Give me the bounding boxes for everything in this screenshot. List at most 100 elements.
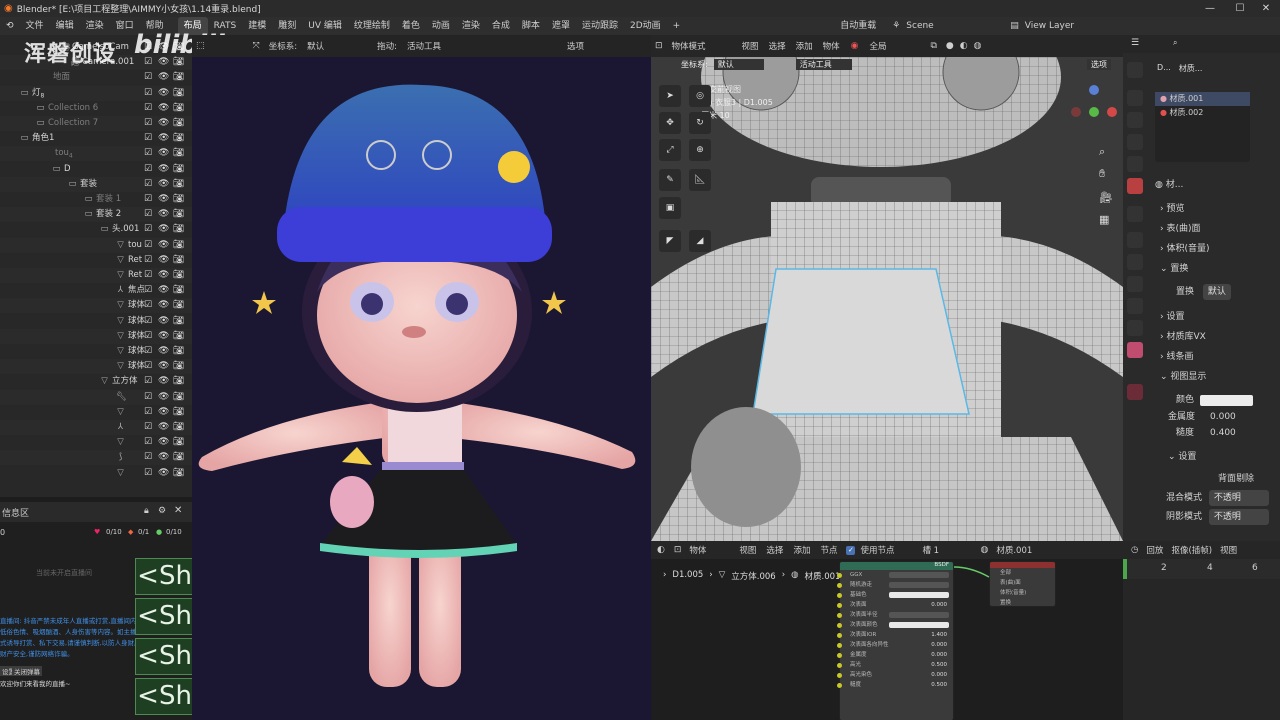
timeline-editor-icon[interactable]: ◷ [1131,545,1138,555]
eye-icon[interactable]: 👁︎ [158,207,169,222]
eye-icon[interactable]: 👁︎ [158,390,169,405]
render-camera-icon[interactable]: 📷︎ [173,314,184,329]
exclude-checkbox[interactable]: ☑ [144,101,152,116]
eye-icon[interactable]: 👁︎ [158,435,169,450]
drag-dropdown[interactable]: 活动工具 [402,40,562,52]
node-menu-add[interactable]: 添加 [788,544,815,556]
outliner-row[interactable]: ▽ 球体 ☑ 👁︎ 📷︎ [0,359,192,375]
properties-editor-icon[interactable]: ☰ [1131,38,1139,48]
eye-icon[interactable]: 👁︎ [158,420,169,435]
render-camera-icon[interactable]: 📷︎ [173,192,184,207]
lock-icon[interactable]: 🔒︎ [144,506,149,516]
blender-menu-icon[interactable]: ⟲ [0,21,20,31]
exclude-checkbox[interactable]: ☑ [144,207,152,222]
node-editor-canvas[interactable]: › D1.005 › ▽ 立方体.006 › ◍ 材质.001 BSDF GGX… [651,559,1123,720]
view-layer-props-tab[interactable] [1127,134,1143,150]
scene-selector[interactable]: Scene [900,17,1010,35]
workspace-tab-uv[interactable]: UV 编辑 [302,17,348,35]
node-menu-select[interactable]: 选择 [761,544,788,556]
outliner-row[interactable]: ▽ ☑ 👁︎ 📷︎ [0,466,192,481]
shadow-mode-dropdown[interactable]: 不透明 [1208,509,1269,525]
outliner-row[interactable]: ▭ Collection 6 ☑ 👁︎ 📷︎ [0,101,192,116]
workspace-tab-animation[interactable]: 动画 [426,17,456,35]
timeline-menu-playback[interactable]: 回放 [1146,544,1163,556]
eye-icon[interactable]: 👁︎ [158,101,169,116]
outliner-row[interactable]: ▽ tou ☑ 👁︎ 📷︎ [0,237,192,253]
outliner-row[interactable]: ▽ 立方体 ☑ 👁︎ 📷︎ [0,374,192,389]
eye-icon[interactable]: 👁︎ [158,344,169,359]
mode-dropdown[interactable]: 物体模式 [667,40,737,52]
render-camera-icon[interactable]: 📷︎ [173,420,184,435]
exclude-checkbox[interactable]: ☑ [144,86,152,101]
render-props-tab[interactable] [1127,90,1143,106]
node-menu-node[interactable]: 节点 [815,544,842,556]
shading-solid-icon[interactable]: ● [943,41,957,51]
annotate-tool-icon[interactable]: ✎ [659,169,681,191]
render-camera-icon[interactable]: 📷︎ [173,435,184,450]
exclude-checkbox[interactable]: ☑ [144,420,152,435]
outliner-row[interactable]: ⅄ ☑ 👁︎ 📷︎ [0,420,192,435]
rotate-tool-icon[interactable]: ↻ [689,112,711,134]
outliner-row[interactable]: ▽ Ret ☑ 👁︎ 📷︎ [0,268,192,283]
extrude-tool-icon[interactable]: ◢ [689,230,711,252]
outliner-row[interactable]: ⅄ 焦点 ☑ 👁︎ 📷︎ [0,283,192,298]
workspace-tab-shading[interactable]: 着色 [396,17,426,35]
eye-icon[interactable]: 👁︎ [158,298,169,313]
eye-icon[interactable]: 👁︎ [158,86,169,101]
coord-dropdown[interactable]: 默认 [302,40,372,52]
exclude-checkbox[interactable]: ☑ [144,374,152,389]
right-options-button[interactable]: 选项 [1087,59,1111,70]
eye-icon[interactable]: 👁︎ [158,450,169,465]
exclude-checkbox[interactable]: ☑ [144,466,152,481]
workspace-tab-modeling[interactable]: 建模 [242,17,272,35]
material-slot-1[interactable]: ● 材质.001 [1155,92,1250,106]
render-camera-icon[interactable]: 📷︎ [173,222,184,237]
eye-icon[interactable]: 👁︎ [158,222,169,237]
camera-view-icon[interactable]: 🎥︎ [1099,191,1113,204]
use-nodes-checkbox[interactable]: ✓ [846,545,856,555]
move-tool-icon[interactable]: ✥ [659,112,681,134]
workspace-tab-motion-tracking[interactable]: 运动跟踪 [576,17,624,35]
snap-icon[interactable]: ⧉ [924,41,942,51]
eye-icon[interactable]: 👁︎ [158,131,169,146]
section-preview[interactable]: › 预览 [1160,201,1280,217]
render-camera-icon[interactable]: 📷︎ [173,405,184,420]
timeline-menu-view[interactable]: 视图 [1220,544,1237,556]
render-camera-icon[interactable]: 📷︎ [173,450,184,465]
exclude-checkbox[interactable]: ☑ [144,298,152,313]
material-props-tab[interactable] [1127,342,1143,358]
eye-icon[interactable]: 👁︎ [158,70,169,85]
node-menu-view[interactable]: 视图 [734,544,761,556]
exclude-checkbox[interactable]: ☑ [144,344,152,359]
eye-icon[interactable]: 👁︎ [158,329,169,344]
render-camera-icon[interactable]: 📷︎ [173,101,184,116]
render-camera-icon[interactable]: 📷︎ [173,131,184,146]
menu-render[interactable]: 渲染 [80,17,110,35]
shading-render-icon[interactable]: ◍ [971,41,985,51]
exclude-checkbox[interactable]: ☑ [144,329,152,344]
shear-tool-icon[interactable]: ◤ [659,230,681,252]
constraints-props-tab[interactable] [1127,298,1143,314]
exclude-checkbox[interactable]: ☑ [144,131,152,146]
render-camera-icon[interactable]: 📷︎ [173,116,184,131]
add-workspace-button[interactable]: + [667,17,687,35]
settings-icon[interactable]: ⚙ [158,506,166,516]
particles-props-tab[interactable] [1127,254,1143,270]
outliner-row[interactable]: ▽ 球体 ☑ 👁︎ 📷︎ [0,314,192,329]
section-viewport-display[interactable]: ⌄ 视图显示 [1160,369,1280,385]
render-camera-icon[interactable]: 📷︎ [173,298,184,313]
exclude-checkbox[interactable]: ☑ [144,146,152,161]
scale-tool-icon[interactable]: ⤢ [659,139,681,161]
exclude-checkbox[interactable]: ☑ [144,390,152,405]
outliner-row[interactable]: ⟆ ☑ 👁︎ 📷︎ [0,450,192,466]
select-box-icon[interactable]: ⬚ [192,41,209,51]
exclude-checkbox[interactable]: ☑ [144,283,152,298]
metallic-field[interactable]: 0.000 [1210,409,1236,425]
render-camera-icon[interactable]: 📷︎ [173,207,184,222]
exclude-checkbox[interactable]: ☑ [144,405,152,420]
outliner-row[interactable]: ▭ D ☑ 👁︎ 📷︎ [0,162,192,177]
transform-orientation-icon[interactable]: ⤧ [249,41,264,51]
measure-tool-icon[interactable]: 📐︎ [689,169,711,191]
world-props-tab[interactable] [1127,178,1143,194]
render-camera-icon[interactable]: 📷︎ [173,268,184,283]
